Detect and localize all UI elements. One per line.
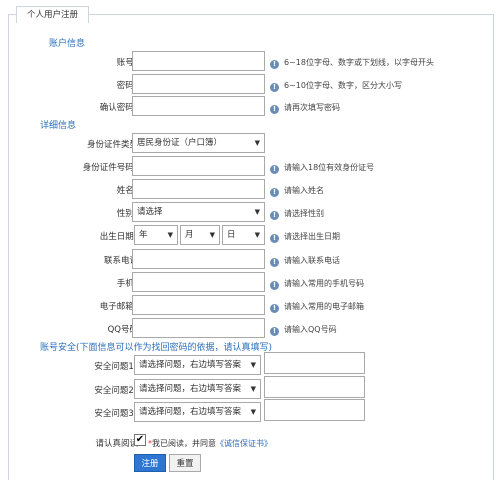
security-a3-input[interactable] [264,399,365,421]
chevron-down-icon: ▼ [167,231,173,239]
confirm-password-input[interactable] [132,96,265,116]
qq-input[interactable] [132,318,265,338]
security-a1-input[interactable] [264,352,365,374]
birth-year-select[interactable]: 年 ▼ [134,225,178,245]
chevron-down-icon: ▼ [209,231,215,239]
qq-hint: ! 请输入QQ号码 [270,324,337,336]
security-q2-select[interactable]: 请选择问题，右边填写答案 ▼ [134,379,261,399]
security-q1-select[interactable]: 请选择问题，右边填写答案 ▼ [134,355,261,375]
info-icon: ! [270,304,279,313]
id-number-label: 身份证件号码* [82,163,138,173]
id-type-label: 身份证件类型 [86,140,138,150]
username-hint: ! 6~18位字母、数字或下划线，以字母开头 [270,57,434,69]
info-icon: ! [270,165,279,174]
info-icon: ! [270,281,279,290]
gender-hint: ! 请选择性别 [270,208,324,220]
agreement-link[interactable]: 《诚信保证书》 [216,439,272,448]
chevron-down-icon: ▼ [254,208,260,216]
phone-hint: ! 请输入联系电话 [270,255,340,267]
chevron-down-icon: ▼ [250,361,256,369]
email-hint: ! 请输入常用的电子邮箱 [270,301,364,313]
info-icon: ! [270,188,279,197]
section-security: 账号安全(下面信息可以作为找回密码的依据，请认真填写) [40,343,273,353]
birth-month-select[interactable]: 月 ▼ [180,225,220,245]
agreement-label: 请认真阅读 [95,439,138,449]
password-hint: ! 6~10位字母、数字，区分大小写 [270,80,402,92]
name-input[interactable] [132,179,265,199]
check-icon: ✔ [135,434,145,445]
birthday-hint: ! 请选择出生日期 [270,231,340,243]
info-icon: ! [270,105,279,114]
chevron-down-icon: ▼ [254,231,260,239]
section-account: 账户信息 [49,39,86,49]
security-a2-input[interactable] [264,376,365,398]
birthday-label: 出生日期* [99,232,138,242]
security-q1-label: 安全问题1* [94,362,138,372]
name-hint: ! 请输入姓名 [270,185,324,197]
security-q3-label: 安全问题3* [94,409,138,419]
password-input[interactable] [132,74,265,94]
mobile-input[interactable] [132,272,265,292]
gender-select[interactable]: 请选择 ▼ [132,202,265,222]
section-detail: 详细信息 [40,121,77,131]
security-q2-label: 安全问题2* [94,386,138,396]
mobile-hint: ! 请输入常用的手机号码 [270,278,364,290]
agreement-checkbox[interactable]: ✔ [134,434,146,446]
id-type-select[interactable]: 居民身份证（户口簿） ▼ [132,133,265,153]
id-number-hint: ! 请输入18位有效身份证号 [270,162,374,174]
info-icon: ! [270,83,279,92]
form-tab-title: 个人用户注册 [16,6,90,23]
phone-input[interactable] [132,249,265,269]
email-input[interactable] [132,295,265,315]
agreement-text: *我已阅读，并同意《诚信保证书》 [148,439,272,448]
info-icon: ! [270,327,279,336]
chevron-down-icon: ▼ [254,139,260,147]
chevron-down-icon: ▼ [250,408,256,416]
birth-day-select[interactable]: 日 ▼ [222,225,265,245]
info-icon: ! [270,234,279,243]
info-icon: ! [270,60,279,69]
info-icon: ! [270,258,279,267]
register-button[interactable]: 注册 [134,454,166,472]
security-q3-select[interactable]: 请选择问题，右边填写答案 ▼ [134,402,261,422]
id-number-input[interactable] [132,156,265,176]
info-icon: ! [270,211,279,220]
username-input[interactable] [132,51,265,71]
chevron-down-icon: ▼ [250,385,256,393]
confirm-password-hint: ! 请再次填写密码 [270,102,340,114]
reset-button[interactable]: 重置 [169,454,201,472]
